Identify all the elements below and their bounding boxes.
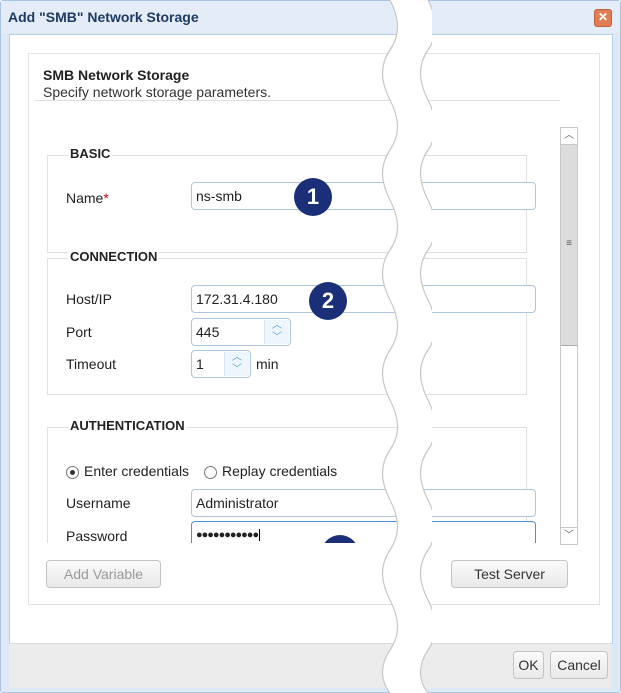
- radio-replay-credentials[interactable]: [204, 466, 217, 479]
- scroll-down-icon[interactable]: ﹀: [561, 527, 577, 544]
- port-stepper[interactable]: 445 ︿ ﹀: [191, 318, 291, 346]
- timeout-increment-icon[interactable]: ︿: [225, 352, 249, 364]
- port-value: 445: [196, 324, 220, 340]
- timeout-spinner: ︿ ﹀: [224, 352, 249, 376]
- timeout-unit: min: [256, 356, 279, 372]
- port-increment-icon[interactable]: ︿: [265, 320, 289, 332]
- basic-legend: BASIC: [68, 146, 113, 161]
- connection-legend: CONNECTION: [68, 249, 160, 264]
- username-value: Administrator: [196, 495, 279, 511]
- cut-fill: [382, 0, 432, 693]
- ok-button[interactable]: OK: [513, 651, 544, 679]
- authentication-legend: AUTHENTICATION: [68, 418, 187, 433]
- close-button[interactable]: ✕: [594, 9, 612, 27]
- title-bar[interactable]: Add "SMB" Network Storage ✕: [1, 1, 620, 33]
- dialog-title: Add "SMB" Network Storage: [8, 9, 199, 25]
- callout-1: 1: [294, 178, 332, 216]
- host-value: 172.31.4.180: [196, 291, 278, 307]
- scroll-up-icon[interactable]: ︿: [561, 128, 577, 145]
- section-subtitle: Specify network storage parameters.: [43, 84, 271, 100]
- name-label: Name*: [66, 190, 109, 206]
- authentication-group: AUTHENTICATION Enter credentials Replay …: [47, 418, 536, 543]
- test-server-button[interactable]: Test Server: [451, 560, 568, 588]
- section-title: SMB Network Storage: [43, 67, 190, 83]
- form-scroll-area: BASIC Name* ns-smb 1 CONNECTION Host/IP …: [10, 113, 550, 543]
- name-label-text: Name: [66, 190, 104, 206]
- password-input[interactable]: ●●●●●●●●●●●: [191, 521, 536, 543]
- port-label: Port: [66, 324, 92, 340]
- radio-enter-label[interactable]: Enter credentials: [84, 463, 189, 479]
- password-label: Password: [66, 528, 128, 543]
- host-label: Host/IP: [66, 291, 112, 307]
- callout-2: 2: [309, 282, 347, 320]
- dialog-body: SMB Network Storage Specify network stor…: [9, 34, 613, 644]
- form-scrollbar[interactable]: ︿ ≡ ﹀: [560, 127, 578, 545]
- timeout-stepper[interactable]: 1 ︿ ﹀: [191, 350, 251, 378]
- timeout-label: Timeout: [66, 356, 117, 372]
- radio-enter-credentials[interactable]: [66, 466, 79, 479]
- radio-replay-label[interactable]: Replay credentials: [222, 463, 337, 479]
- name-input[interactable]: ns-smb: [191, 182, 536, 210]
- connection-group: CONNECTION Host/IP 172.31.4.180 Port 445…: [47, 249, 536, 395]
- required-marker: *: [103, 190, 109, 206]
- password-value: ●●●●●●●●●●●: [196, 529, 259, 541]
- port-decrement-icon[interactable]: ﹀: [265, 332, 289, 344]
- grip-icon: ≡: [566, 238, 572, 249]
- text-cursor: [259, 529, 261, 541]
- cancel-button[interactable]: Cancel: [550, 651, 608, 679]
- add-smb-storage-dialog: Add "SMB" Network Storage ✕ SMB Network …: [0, 0, 621, 693]
- scroll-thumb[interactable]: ≡: [561, 145, 577, 346]
- name-value: ns-smb: [196, 188, 242, 204]
- close-icon: ✕: [597, 10, 609, 24]
- username-label: Username: [66, 495, 131, 511]
- timeout-value: 1: [196, 356, 204, 372]
- add-variable-button[interactable]: Add Variable: [46, 560, 161, 588]
- username-input[interactable]: Administrator: [191, 489, 536, 517]
- screenshot-cut-mark: [381, 0, 432, 693]
- header-divider: [35, 100, 560, 101]
- host-input[interactable]: 172.31.4.180: [191, 285, 536, 313]
- port-spinner: ︿ ﹀: [264, 320, 289, 344]
- dialog-footer: OK Cancel: [9, 643, 611, 688]
- basic-group: BASIC Name* ns-smb: [47, 146, 536, 253]
- timeout-decrement-icon[interactable]: ﹀: [225, 364, 249, 376]
